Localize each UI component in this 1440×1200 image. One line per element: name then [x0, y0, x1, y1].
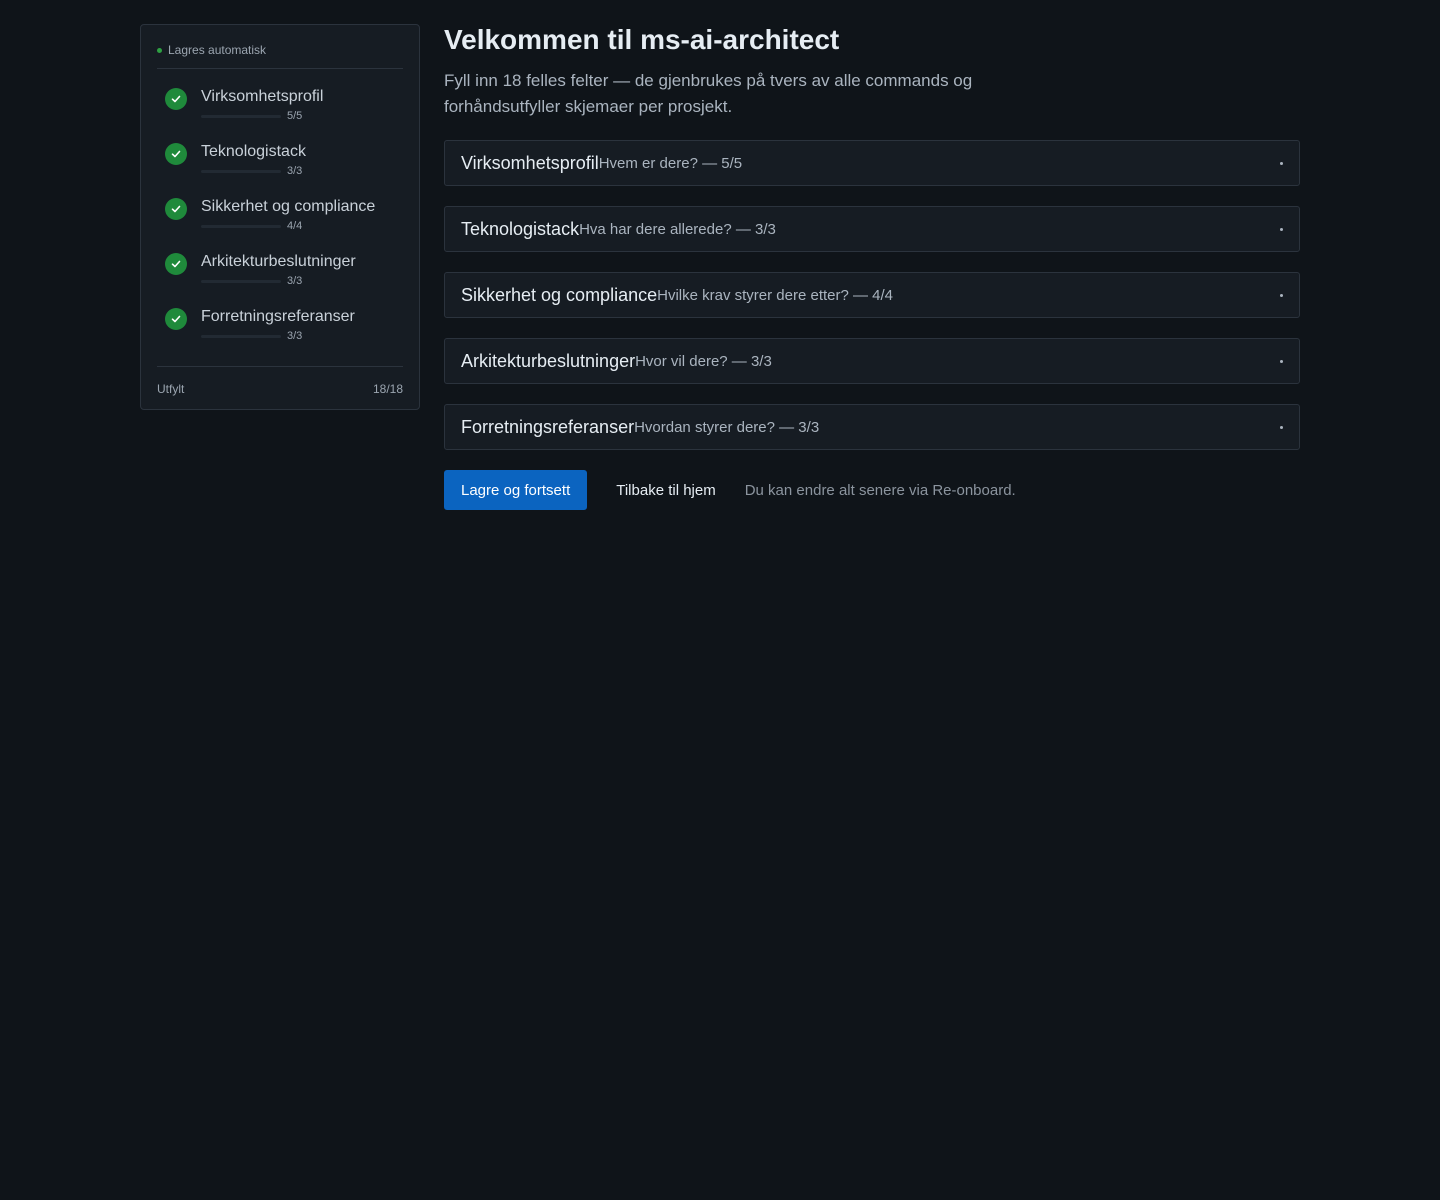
step-progress-bar — [201, 279, 281, 283]
reonboard-hint: Du kan endre alt senere via Re-onboard. — [744, 481, 1016, 499]
step-count: 5/5 — [287, 110, 303, 122]
check-icon — [165, 308, 187, 330]
step-progress-bar — [201, 224, 281, 228]
check-icon — [165, 88, 187, 110]
section-title: Forretningsreferanser — [461, 416, 635, 437]
section-sikkerhet-og-compliance[interactable]: Sikkerhet og compliance Hvilke krav styr… — [444, 272, 1300, 318]
autosave-label: Lagres automatisk — [168, 43, 267, 57]
step-item-forretningsreferanser[interactable]: Forretningsreferanser 3/3 — [157, 308, 403, 363]
autosave-dot-icon — [157, 47, 162, 53]
expand-icon — [1280, 425, 1283, 429]
back-to-home-button[interactable]: Tilbake til hjem — [616, 482, 715, 499]
step-label: Arkitekturbeslutninger — [201, 253, 356, 270]
check-icon — [165, 253, 187, 275]
step-label: Virksomhetsprofil — [201, 88, 324, 105]
expand-icon — [1280, 359, 1283, 363]
step-item-arkitekturbeslutninger[interactable]: Arkitekturbeslutninger 3/3 — [157, 253, 403, 308]
section-list: Virksomhetsprofil Hvem er dere? — 5/5 Te… — [444, 140, 1300, 450]
section-virksomhetsprofil[interactable]: Virksomhetsprofil Hvem er dere? — 5/5 — [444, 140, 1300, 186]
step-label: Forretningsreferanser — [201, 308, 355, 325]
completed-count: 18/18 — [372, 382, 403, 396]
expand-icon — [1280, 161, 1283, 165]
onboarding-page: Lagres automatisk Virksomhetsprofil 5/5 — [0, 0, 1440, 1200]
main-content: Velkommen til ms-ai-architect Fyll inn 1… — [444, 24, 1300, 510]
step-count: 3/3 — [287, 165, 303, 177]
step-progress-bar — [201, 169, 281, 173]
step-item-teknologistack[interactable]: Teknologistack 3/3 — [157, 143, 403, 198]
section-description: Hvem er dere? — 5/5 — [598, 154, 743, 172]
step-count: 3/3 — [287, 330, 303, 342]
step-item-sikkerhet-og-compliance[interactable]: Sikkerhet og compliance 4/4 — [157, 198, 403, 253]
sidebar-footer: Utfylt 18/18 — [157, 366, 403, 409]
expand-icon — [1280, 293, 1283, 297]
step-progress-bar — [201, 114, 281, 118]
save-and-continue-button[interactable]: Lagre og fortsett — [444, 470, 588, 510]
autosave-status: Lagres automatisk — [157, 41, 403, 59]
page-title: Velkommen til ms-ai-architect — [444, 24, 840, 55]
check-icon — [165, 143, 187, 165]
step-count: 3/3 — [287, 275, 303, 287]
step-item-virksomhetsprofil[interactable]: Virksomhetsprofil 5/5 — [157, 88, 403, 143]
step-count: 4/4 — [287, 220, 303, 232]
expand-icon — [1280, 227, 1283, 231]
check-icon — [165, 198, 187, 220]
completed-label: Utfylt — [157, 382, 185, 396]
step-label: Teknologistack — [201, 143, 306, 160]
action-bar: Lagre og fortsett Tilbake til hjem Du ka… — [444, 470, 1300, 510]
section-title: Sikkerhet og compliance — [461, 284, 658, 305]
page-subtitle: Fyll inn 18 felles felter — de gjenbruke… — [444, 71, 973, 116]
progress-sidebar: Lagres automatisk Virksomhetsprofil 5/5 — [140, 24, 420, 410]
section-forretningsreferanser[interactable]: Forretningsreferanser Hvordan styrer der… — [444, 404, 1300, 450]
sidebar-divider — [157, 68, 403, 69]
section-title: Arkitekturbeslutninger — [461, 350, 636, 371]
section-title: Virksomhetsprofil — [461, 152, 599, 173]
section-arkitekturbeslutninger[interactable]: Arkitekturbeslutninger Hvor vil dere? — … — [444, 338, 1300, 384]
section-description: Hvor vil dere? — 3/3 — [635, 352, 772, 370]
step-label: Sikkerhet og compliance — [201, 198, 376, 215]
section-teknologistack[interactable]: Teknologistack Hva har dere allerede? — … — [444, 206, 1300, 252]
step-list: Virksomhetsprofil 5/5 Teknologistack 3/3 — [157, 88, 403, 363]
step-progress-bar — [201, 334, 281, 338]
section-description: Hva har dere allerede? — 3/3 — [579, 220, 776, 238]
section-description: Hvilke krav styrer dere etter? — 4/4 — [657, 286, 894, 304]
section-title: Teknologistack — [461, 218, 580, 239]
section-description: Hvordan styrer dere? — 3/3 — [634, 418, 820, 436]
